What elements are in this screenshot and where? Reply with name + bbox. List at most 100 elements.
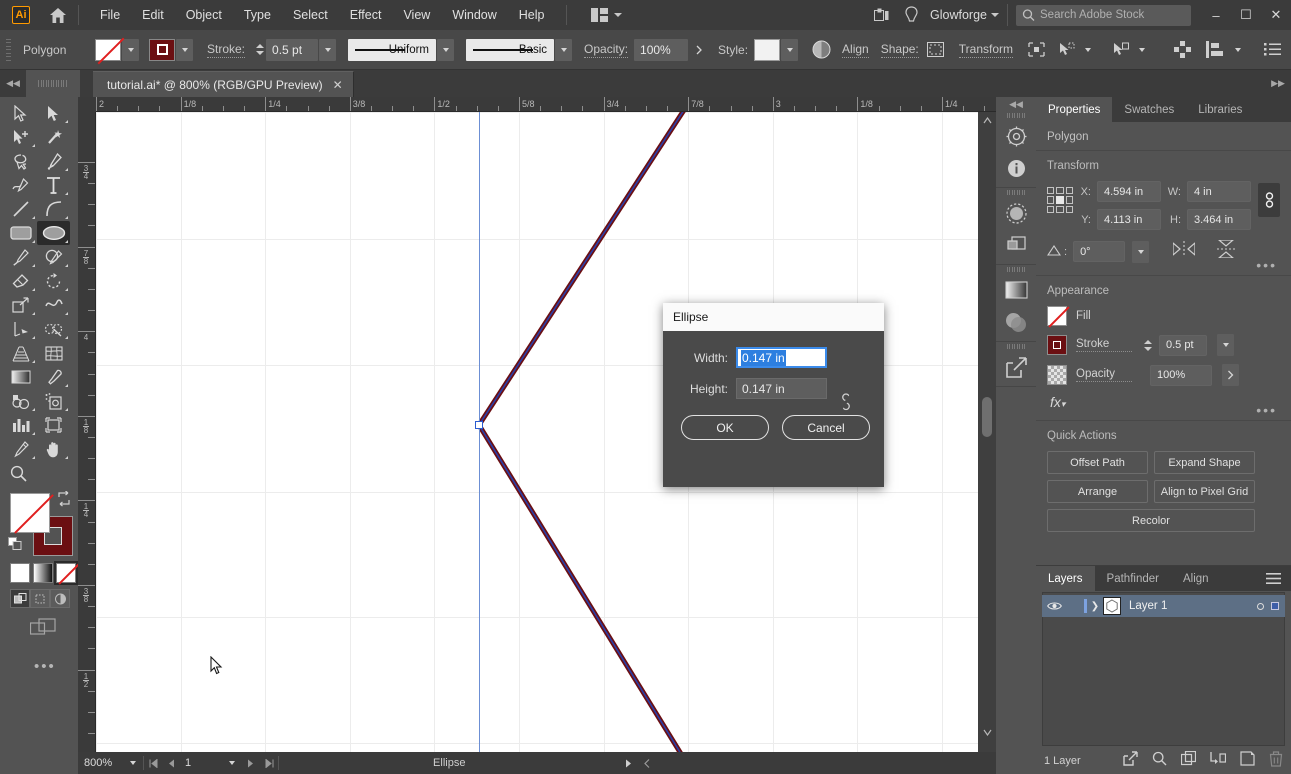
menu-view[interactable]: View (392, 3, 441, 27)
ellipse-dialog[interactable]: Ellipse Width: 0.147 in Height: 0.147 in… (663, 303, 884, 487)
color-panel-icon[interactable] (996, 306, 1036, 338)
y-input[interactable]: 4.113 in (1097, 209, 1161, 230)
stroke-weight-dropdown[interactable] (319, 38, 337, 61)
search-input[interactable]: Search Adobe Stock (1016, 4, 1191, 26)
collapse-panels-icon[interactable]: ▶▶ (1265, 70, 1291, 97)
vertical-scrollbar-thumb[interactable] (982, 397, 992, 437)
eyedropper-tool[interactable] (37, 365, 70, 389)
panel-menu-icon[interactable] (1261, 39, 1283, 61)
transform-more-options-icon[interactable]: ••• (1256, 258, 1277, 272)
layers-panel-icon[interactable] (996, 229, 1036, 261)
page-number-input[interactable]: 1 (180, 757, 222, 769)
gradient-tool[interactable] (4, 365, 37, 389)
discover-icon[interactable] (896, 0, 926, 30)
minimize-button[interactable]: – (1201, 0, 1231, 30)
graphic-style-swatch[interactable] (754, 38, 781, 61)
menu-effect[interactable]: Effect (339, 3, 393, 27)
tab-layers[interactable]: Layers (1036, 566, 1095, 591)
last-page-icon[interactable] (260, 758, 278, 768)
workspace-switcher[interactable] (590, 8, 622, 22)
shape-label[interactable]: Shape: (880, 42, 919, 58)
appearance-opacity-label[interactable]: Opacity (1076, 368, 1132, 382)
align-panel-dropdown[interactable] (1227, 39, 1249, 61)
align-button[interactable]: Align (842, 42, 869, 58)
line-segment-tool[interactable] (4, 197, 37, 221)
pen-tool[interactable] (37, 149, 70, 173)
control-bar-grip[interactable] (6, 38, 11, 61)
column-graph-tool[interactable] (4, 413, 37, 437)
shape-options-icon[interactable] (925, 39, 947, 61)
menu-type[interactable]: Type (233, 3, 282, 27)
document-tab-close-icon[interactable]: ✕ (333, 79, 343, 91)
previous-page-icon[interactable] (162, 759, 180, 768)
hand-tool[interactable] (37, 437, 70, 461)
appearance-opacity-swatch[interactable] (1047, 365, 1067, 385)
select-similar-dropdown[interactable] (1077, 39, 1099, 61)
rotate-tool[interactable] (37, 269, 70, 293)
cloud-account-name[interactable]: Glowforge (930, 8, 987, 22)
vertical-ruler[interactable]: 34 78 4 18 14 38 12 (78, 112, 96, 757)
arrange-button[interactable]: Arrange (1047, 480, 1148, 503)
rotation-angle-input[interactable]: 0° (1073, 241, 1126, 262)
layer-select-indicator[interactable] (1271, 602, 1279, 610)
graphic-style-dropdown[interactable] (781, 38, 799, 61)
type-tool[interactable] (37, 173, 70, 197)
selection-tool[interactable] (4, 101, 37, 125)
export-panel-icon[interactable] (996, 351, 1036, 383)
stroke-weight-stepper[interactable] (253, 39, 266, 61)
fill-color-swatch[interactable] (95, 38, 121, 61)
brush-definition-select[interactable]: Basic (466, 38, 555, 61)
draw-inside-icon[interactable] (50, 589, 70, 608)
app-logo-icon[interactable]: Ai (12, 6, 30, 24)
tab-libraries[interactable]: Libraries (1186, 97, 1254, 122)
layer-row-1[interactable]: ❯ Layer 1 (1042, 595, 1285, 617)
close-button[interactable]: ✕ (1261, 0, 1291, 30)
layers-panel-menu-icon[interactable] (1266, 566, 1291, 591)
menu-edit[interactable]: Edit (131, 3, 175, 27)
group-selection-tool[interactable] (4, 125, 37, 149)
ellipse-height-input[interactable]: 0.147 in (736, 378, 827, 399)
color-mode-gradient[interactable] (33, 563, 53, 583)
offset-path-button[interactable]: Offset Path (1047, 451, 1148, 474)
fill-color-box[interactable] (10, 493, 50, 533)
appearance-more-options-icon[interactable]: ••• (1256, 403, 1277, 417)
page-number-dropdown[interactable] (222, 761, 242, 765)
rectangle-tool[interactable] (4, 221, 37, 245)
width-profile-dropdown[interactable] (437, 38, 455, 61)
opacity-input[interactable]: 100% (634, 38, 689, 61)
status-text[interactable]: Ellipse (279, 757, 620, 769)
align-to-pixel-grid-button[interactable]: Align to Pixel Grid (1154, 480, 1255, 503)
dock-grip-3[interactable] (996, 265, 1036, 274)
transparency-panel-icon[interactable] (996, 197, 1036, 229)
perspective-grid-tool[interactable] (4, 341, 37, 365)
swap-fill-stroke-icon[interactable] (56, 490, 72, 507)
edit-toolbar-icon[interactable] (1109, 39, 1131, 61)
draw-normal-icon[interactable] (10, 589, 30, 608)
next-page-icon[interactable] (242, 759, 260, 768)
dock-grip-4[interactable] (996, 342, 1036, 351)
account-chevron-down-icon[interactable] (991, 13, 999, 17)
flip-vertical-icon[interactable] (1217, 239, 1236, 263)
toolbar-drag-handle[interactable] (26, 70, 80, 97)
appearance-stroke-dropdown[interactable] (1217, 334, 1234, 356)
recolor-button[interactable]: Recolor (1047, 509, 1255, 532)
stroke-dropdown[interactable] (176, 38, 193, 61)
free-transform-tool[interactable] (4, 317, 37, 341)
status-menu-icon[interactable] (620, 759, 638, 768)
menu-object[interactable]: Object (175, 3, 233, 27)
menu-help[interactable]: Help (508, 3, 556, 27)
document-tab[interactable]: tutorial.ai* @ 800% (RGB/GPU Preview) ✕ (93, 71, 354, 97)
slice-tool[interactable] (4, 437, 37, 461)
properties-panel-icon[interactable] (996, 120, 1036, 152)
ruler-corner[interactable] (78, 97, 96, 112)
collapse-toolbar-icon[interactable]: ◀◀ (0, 70, 26, 97)
opacity-label[interactable]: Opacity: (584, 42, 629, 58)
create-new-sublayer-icon[interactable] (1180, 750, 1197, 771)
create-new-layer-icon[interactable] (1210, 751, 1227, 771)
constrain-width-height-icon[interactable] (838, 391, 854, 418)
appearance-fill-swatch[interactable] (1047, 306, 1067, 326)
anchor-point[interactable] (475, 421, 483, 429)
shaper-tool[interactable] (37, 245, 70, 269)
color-mode-color[interactable] (10, 563, 30, 583)
fill-dropdown[interactable] (122, 38, 139, 61)
